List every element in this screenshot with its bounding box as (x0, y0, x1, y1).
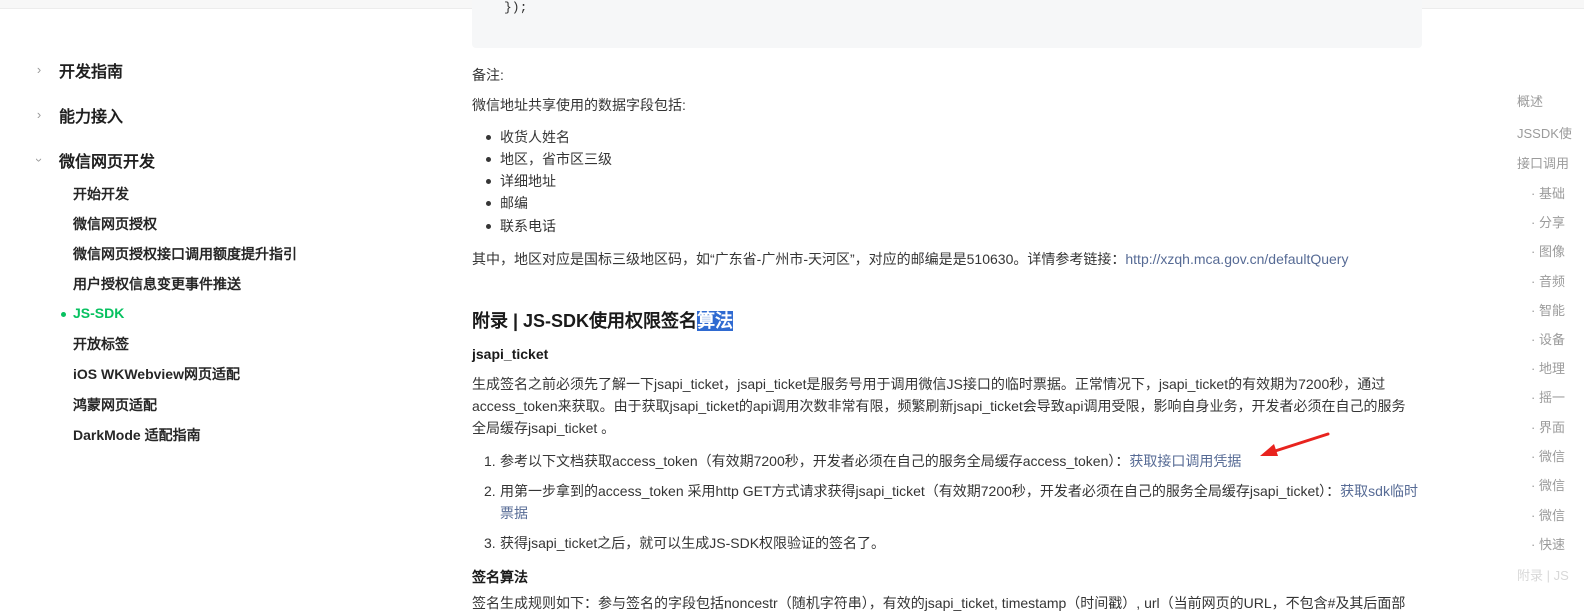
sidebar-item-web-auth[interactable]: 微信网页授权 (73, 214, 157, 234)
toc-item[interactable]: · 图像 (1531, 242, 1565, 262)
heading-selected-text: 算法 (697, 311, 734, 331)
fields-intro: 微信地址共享使用的数据字段包括: (472, 97, 686, 113)
sign-paragraph: 签名生成规则如下：参与签名的字段包括noncestr（随机字符串），有效的jsa… (472, 595, 1406, 611)
toc-item[interactable]: · 基础 (1531, 184, 1565, 204)
sidebar-item-start-dev[interactable]: 开始开发 (73, 184, 129, 204)
sidebar-section-capability[interactable]: › 能力接入 (0, 101, 320, 129)
chevron-right-icon: › (36, 107, 42, 122)
list-number: 2. (484, 483, 496, 499)
annotation-arrow-icon (1260, 432, 1330, 456)
sidebar-section-label: 开发指南 (59, 64, 124, 81)
code-line: }); (504, 0, 528, 15)
toc-item[interactable]: · 地理 (1531, 359, 1565, 379)
step-text: 参考以下文档获取access_token（有效期7200秒，开发者必须在自己的服… (500, 453, 1130, 469)
toc-item[interactable]: · 界面 (1531, 418, 1565, 438)
sidebar-item-open-tags[interactable]: 开放标签 (73, 334, 129, 354)
access-token-doc-link[interactable]: 获取接口调用凭据 (1129, 453, 1241, 469)
list-item: 邮编 (486, 195, 528, 211)
sidebar-item-js-sdk[interactable]: JS-SDK (73, 303, 124, 323)
toc-item[interactable]: · 微信 (1531, 476, 1565, 496)
list-item: 收货人姓名 (486, 129, 570, 145)
toc-item[interactable]: · 分享 (1531, 213, 1565, 233)
list-number: 1. (484, 453, 496, 469)
toc-item[interactable]: · 快速 (1531, 535, 1565, 555)
sidebar-item-auth-quota[interactable]: 微信网页授权接口调用额度提升指引 (73, 244, 297, 264)
sidebar-section-label: 微信网页开发 (59, 154, 156, 171)
sidebar-item-darkmode[interactable]: DarkMode 适配指南 (73, 425, 201, 445)
toc-item[interactable]: 附录 | JS (1517, 566, 1569, 586)
list-item: 地区，省市区三级 (486, 151, 612, 167)
toc-item[interactable]: · 摇一 (1531, 388, 1565, 408)
region-text: 其中，地区对应是国标三级地区码，如“广东省-广州市-天河区”，对应的邮编是是51… (472, 251, 1126, 267)
sidebar-section-web-dev[interactable]: › 微信网页开发 (0, 146, 320, 174)
active-indicator-dot (61, 312, 66, 317)
list-text: 用第一步拿到的access_token 采用http GET方式请求获得jsap… (500, 480, 1420, 524)
list-number: 3. (484, 535, 496, 551)
region-code-link[interactable]: http://xzqh.mca.gov.cn/defaultQuery (1125, 251, 1348, 267)
sign-algorithm-heading: 签名算法 (472, 569, 528, 585)
toc-item[interactable]: 概述 (1517, 92, 1543, 112)
code-block: }); (472, 0, 1422, 48)
toc-item[interactable]: 接口调用 (1517, 154, 1569, 174)
toc-item[interactable]: · 微信 (1531, 447, 1565, 467)
toc-item[interactable]: · 智能 (1531, 301, 1565, 321)
jsapi-heading: jsapi_ticket (472, 346, 549, 362)
step-text: 用第一步拿到的access_token 采用http GET方式请求获得jsap… (500, 483, 1341, 499)
toc-item[interactable]: · 微信 (1531, 506, 1565, 526)
note-label: 备注: (472, 67, 504, 83)
chevron-right-icon: › (36, 62, 42, 77)
sidebar-item-auth-change-push[interactable]: 用户授权信息变更事件推送 (73, 274, 241, 294)
region-paragraph: 其中，地区对应是国标三级地区码，如“广东省-广州市-天河区”，对应的邮编是是51… (472, 248, 1348, 270)
section-heading: 附录 | JS-SDK使用权限签名算法 (472, 308, 734, 334)
toc-item[interactable]: · 设备 (1531, 330, 1565, 350)
list-text: 参考以下文档获取access_token（有效期7200秒，开发者必须在自己的服… (500, 450, 1241, 472)
sidebar-item-harmony[interactable]: 鸿蒙网页适配 (73, 395, 157, 415)
list-item: 联系电话 (486, 218, 556, 234)
sidebar-section-dev-guide[interactable]: › 开发指南 (0, 56, 320, 84)
chevron-down-icon: › (32, 157, 47, 163)
doc-content: }); 备注: 微信地址共享使用的数据字段包括: 收货人姓名 地区，省市区三级 … (472, 0, 1432, 611)
sidebar-section-label: 能力接入 (59, 109, 124, 126)
toc-item[interactable]: JSSDK使 (1517, 124, 1572, 144)
sidebar-item-ios-wkwebview[interactable]: iOS WKWebview网页适配 (73, 364, 240, 384)
table-of-contents: 概述 JSSDK使 接口调用 · 基础 · 分享 · 图像 · 音频 · 智能 · 设备 · 地理… (1500, 90, 1584, 608)
list-item: 详细地址 (486, 173, 556, 189)
list-text: 获得jsapi_ticket之后，就可以生成JS-SDK权限验证的签名了。 (500, 535, 886, 551)
sidebar-nav: › 开发指南 › 能力接入 › 微信网页开发 开始开发 微信网页授权 微信网页授… (0, 9, 336, 608)
toc-item[interactable]: · 音频 (1531, 272, 1565, 292)
heading-text: 附录 | JS-SDK使用权限签名 (472, 311, 698, 331)
